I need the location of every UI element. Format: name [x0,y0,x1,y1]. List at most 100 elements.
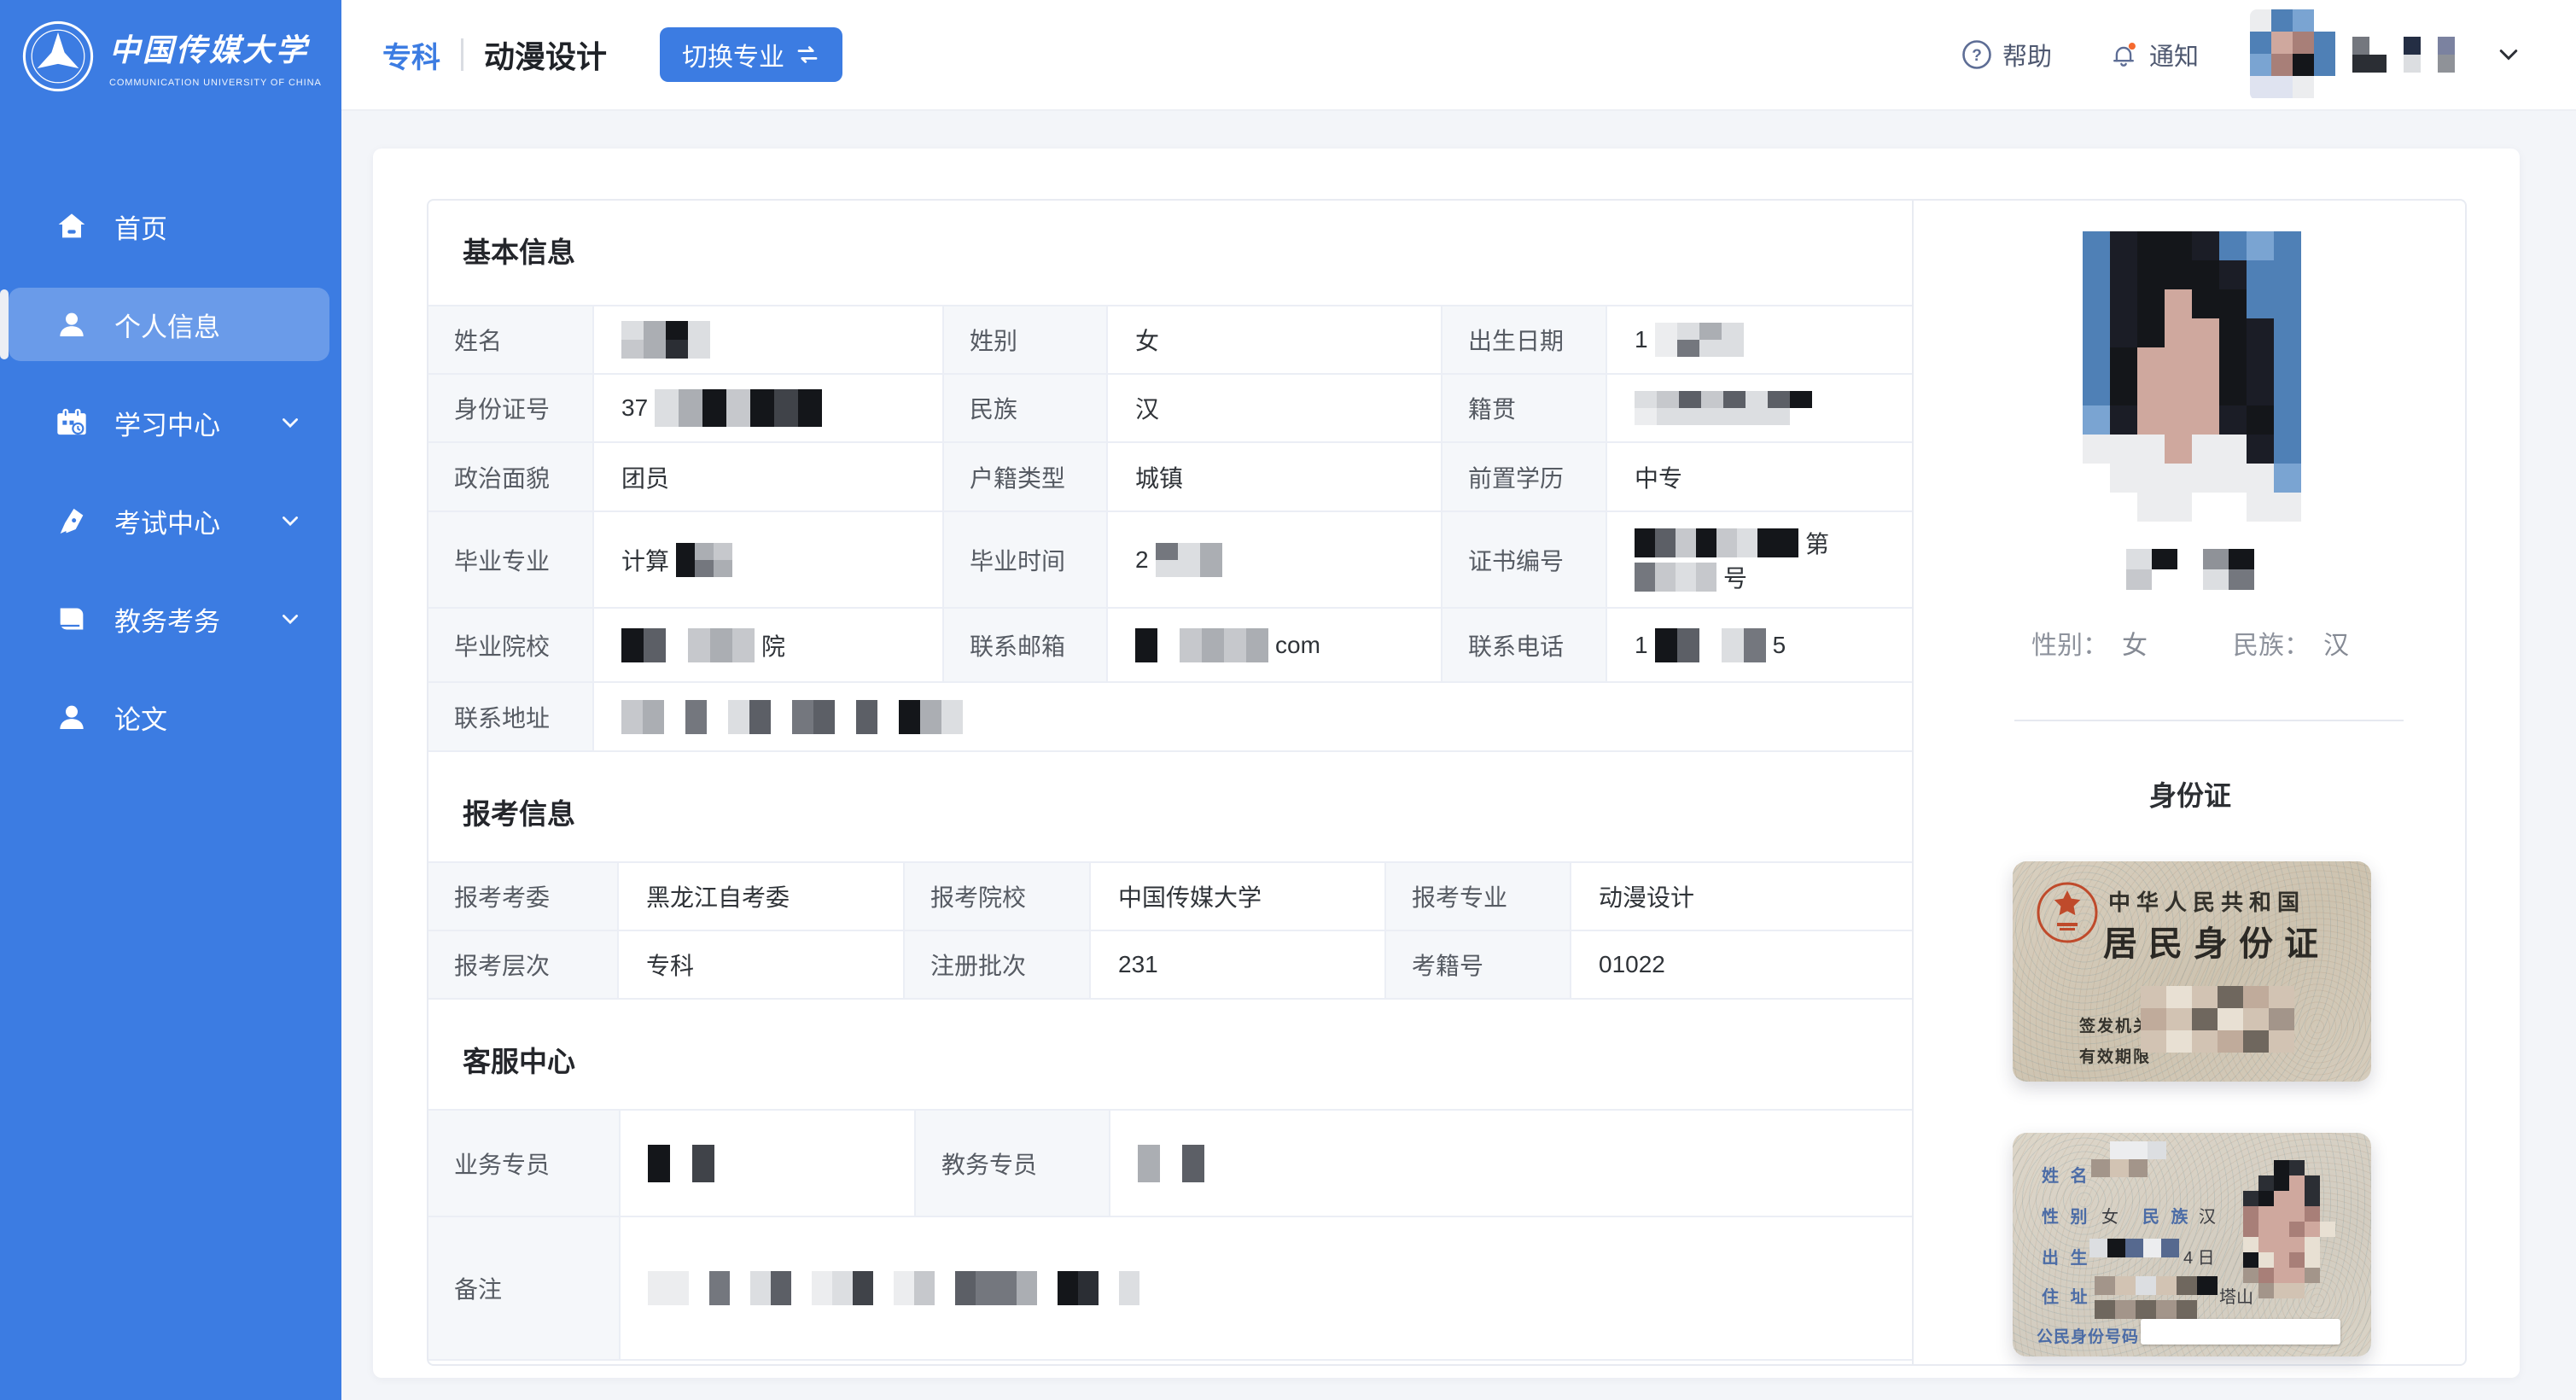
field-label: 业务专员 [428,1111,621,1216]
field-label: 联系电话 [1442,609,1607,681]
field-value: 中专 [1607,443,1912,510]
field-label: 前置学历 [1442,443,1607,510]
redacted-block [2083,231,2301,522]
header-actions: ? 帮助 通知 [1961,9,2521,100]
field-label: 报考层次 [428,931,619,998]
basic-table: 姓名姓别女出生日期1身份证号37民族汉籍贯政治面貌团员户籍类型城镇前置学历中专毕… [428,305,1912,752]
redacted-block [2250,9,2335,98]
switch-major-button[interactable]: 切换专业 [660,27,842,82]
redacted-block [621,321,710,359]
field-value: 动漫设计 [1571,863,1912,930]
field-label: 教务专员 [916,1111,1110,1216]
idcard-addr-label: 住 址 [2042,1283,2091,1308]
sidebar-item-exam[interactable]: 考试中心 [0,484,341,557]
redacted-block [1138,1145,1204,1182]
field-label: 姓别 [944,306,1108,373]
redacted-block [1635,563,1716,592]
notifications-label: 通知 [2149,37,2199,73]
field-value [1607,375,1912,441]
field-label: 报考专业 [1386,863,1571,930]
sidebar-item-home[interactable]: 首页 [0,190,341,263]
redacted-block [2352,37,2455,73]
national-emblem-icon [2033,878,2101,947]
sex-ethnic-row: 性别：女 民族：汉 [1915,624,2465,662]
notification-dot [2129,43,2136,50]
help-button[interactable]: ? 帮助 [1961,37,2052,73]
field-value: 2 [1108,512,1442,607]
field-label: 身份证号 [428,375,594,441]
idcard-ethnic-value: 汉 [2199,1203,2216,1228]
idcard-birth-label: 出 生 [2042,1244,2091,1269]
field-label: 报考考委 [428,863,619,930]
notifications-button[interactable]: 通知 [2108,37,2199,73]
id-card-section-title: 身份证 [1915,774,2465,814]
redacted-block [2095,1300,2218,1319]
sex-field: 性别：女 [2031,624,2148,662]
field-value: 女 [1108,306,1442,373]
avatar[interactable] [2250,9,2335,100]
sidebar-item-thesis[interactable]: 论文 [0,680,341,754]
redacted-block [676,543,732,577]
current-major: 动漫设计 [484,32,607,77]
chevron-down-icon [278,509,302,533]
sidebar-item-label: 首页 [114,207,167,246]
profile-card: 基本信息姓名姓别女出生日期1身份证号37民族汉籍贯政治面貌团员户籍类型城镇前置学… [373,149,2520,1378]
idcard-country: 中华人民共和国 [2108,885,2305,917]
book-icon [55,602,89,636]
field-value: 01022 [1571,931,1912,998]
field-value: 计算 [594,512,944,607]
sidebar-item-affairs[interactable]: 教务考务 [0,582,341,656]
ethnic-field: 民族：汉 [2233,624,2349,662]
breadcrumb: 专科 动漫设计 切换专业 [382,27,842,82]
program-level: 专科 [382,34,440,76]
table-row: 姓名姓别女出生日期1 [428,306,1912,375]
university-name-en: COMMUNICATION UNIVERSITY OF CHINA [109,78,322,88]
sidebar-item-study[interactable]: 学习中心 [0,386,341,459]
sidebar-item-profile[interactable]: 个人信息 [9,288,329,361]
field-value: 第号 [1607,512,1912,607]
table-row: 报考层次专科注册批次231考籍号01022 [428,931,1912,1000]
field-value: 专科 [619,931,905,998]
redacted-block [648,1271,1139,1305]
idcard-ethnic-label: 民 族 [2142,1203,2192,1228]
field-value [1110,1111,1912,1216]
redacted-block [1135,628,1268,662]
field-value: 1 [1607,306,1912,373]
id-card-back-image[interactable]: 中华人民共和国 居民身份证 签发机关 有效期限 [2013,861,2371,1082]
university-logo: 中国传媒大学 COMMUNICATION UNIVERSITY OF CHINA [0,0,341,94]
table-row: 业务专员 教务专员 [428,1111,1912,1217]
redacted-block [655,389,822,427]
table-row: 报考考委黑龙江自考委报考院校中国传媒大学报考专业动漫设计 [428,863,1912,931]
table-row: 联系地址 [428,683,1912,752]
sidebar-item-label: 论文 [114,698,167,737]
user-icon [55,700,89,734]
field-label: 出生日期 [1442,306,1607,373]
sidebar: 中国传媒大学 COMMUNICATION UNIVERSITY OF CHINA… [0,0,341,1400]
divider [461,38,463,71]
header: 专科 动漫设计 切换专业 ? 帮助 通知 [341,0,2576,111]
table-row: 政治面貌团员户籍类型城镇前置学历中专 [428,443,1912,512]
section-title-service: 客服中心 [463,1039,1912,1080]
redacted-block [648,1145,714,1182]
id-card-front-image[interactable]: 姓 名 性 别 女 民 族 汉 出 生 4 日 住 址 塔山 公民身份号码 [2013,1133,2371,1356]
redacted-block [2126,549,2254,590]
apply-table: 报考考委黑龙江自考委报考院校中国传媒大学报考专业动漫设计报考层次专科注册批次23… [428,861,1912,1000]
field-label: 毕业院校 [428,609,594,681]
field-label: 报考院校 [905,863,1091,930]
calendar-icon [55,405,89,440]
pen-icon [55,504,89,538]
field-value [594,683,1912,750]
field-label: 联系邮箱 [944,609,1108,681]
switch-major-label: 切换专业 [682,36,784,73]
redacted-block [1655,628,1766,662]
field-label: 联系地址 [428,683,594,750]
idno-cover-strip [2141,1319,2340,1345]
chevron-down-icon[interactable] [2496,42,2521,67]
profile-photo [2083,231,2301,522]
section-title-apply: 报考信息 [463,791,1912,832]
field-value: 231 [1091,931,1386,998]
redacted-block [2089,1239,2179,1257]
field-value: 中国传媒大学 [1091,863,1386,930]
divider [2014,720,2404,721]
idcard-name-label: 姓 名 [2042,1162,2091,1187]
